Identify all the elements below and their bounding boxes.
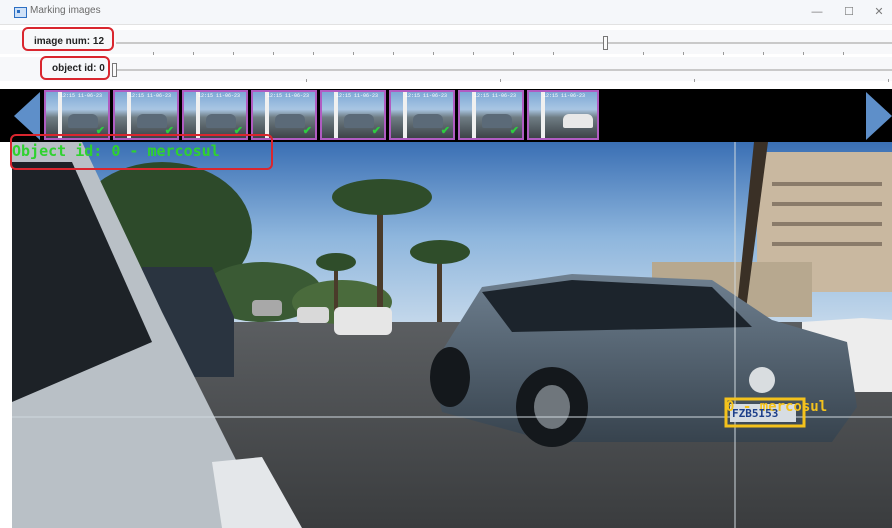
thumbnail-timestamp: 12:15 11-06-23 [267,93,310,99]
tick [694,79,695,82]
tick [553,52,554,55]
thumbnail-car [344,114,374,128]
image-num-track[interactable] [116,42,892,44]
thumbnail[interactable]: 12:15 11-06-23 ✔ [113,90,179,140]
tick [513,52,514,55]
thumbnail-car [482,114,512,128]
thumbnail-image [58,92,62,138]
thumbnail-timestamp: 12:15 11-06-23 [474,93,517,99]
thumbnail[interactable]: 12:15 11-06-23 ✔ [251,90,317,140]
thumbnail[interactable]: 12:15 11-06-23 ✔ [182,90,248,140]
thumbnail[interactable]: 12:15 11-06-23 ✔ [320,90,386,140]
tick [643,52,644,55]
tick [763,52,764,55]
close-button[interactable]: ✕ [868,4,890,20]
thumbnail-timestamp: 12:15 11-06-23 [129,93,172,99]
thumbnail-image [403,92,407,138]
maximize-button[interactable]: ☐ [838,4,860,20]
tick [473,52,474,55]
thumbnail-image [472,92,476,138]
check-icon: ✔ [440,125,450,137]
object-id-trackbar-row: object id: 0 [0,57,892,82]
thumbnail-image [127,92,131,138]
tick [233,52,234,55]
triangle-left-icon[interactable] [14,92,40,140]
tick [500,79,501,82]
tick [433,52,434,55]
check-icon: ✔ [302,125,312,137]
thumbnail-car [68,114,98,128]
tick [843,52,844,55]
thumbnail-timestamp: 12:15 11-06-23 [405,93,448,99]
tick [393,52,394,55]
thumbnail[interactable]: 12:15 11-06-23 ✔ [458,90,524,140]
app-icon [14,7,27,18]
plate-number-text: FZB5I53 [732,407,779,420]
tick [683,52,684,55]
minimize-button[interactable]: — [806,4,828,20]
triangle-right-icon[interactable] [866,92,892,140]
thumbnail-timestamp: 12:15 11-06-23 [60,93,103,99]
tick [353,52,354,55]
thumbnail-car [563,114,593,128]
thumbnail-image [196,92,200,138]
title-bar: Marking images — ☐ ✕ [0,0,892,25]
thumbnail-image [334,92,338,138]
thumbnail-car [413,114,443,128]
check-icon: ✔ [509,125,519,137]
image-num-slider-thumb[interactable] [603,36,608,50]
check-icon: ✔ [371,125,381,137]
thumbnail-car [137,114,167,128]
main-image-canvas[interactable] [12,142,892,528]
thumbnail[interactable]: 12:15 11-06-23 ✔ [389,90,455,140]
object-id-slider-thumb[interactable] [112,63,117,77]
object-label-highlight [10,134,273,170]
thumbnail-timestamp: 12:15 11-06-23 [543,93,586,99]
thumbnail[interactable]: 12:15 11-06-23 ✔ [44,90,110,140]
window-title: Marking images [30,5,101,16]
tick [273,52,274,55]
image-num-trackbar-row: image num: 12 [0,30,892,55]
thumbnail-car [275,114,305,128]
thumbnail-timestamp: 12:15 11-06-23 [336,93,379,99]
thumbnail-current[interactable]: 12:15 11-06-23 [527,90,599,140]
thumbnail-car [206,114,236,128]
tick [193,52,194,55]
object-id-highlight [40,56,110,80]
tick [888,79,889,82]
street-scene-image [12,142,892,528]
tick [153,52,154,55]
tick [313,52,314,55]
tick [803,52,804,55]
thumbnail-image [265,92,269,138]
tick [723,52,724,55]
thumbnail-timestamp: 12:15 11-06-23 [198,93,241,99]
object-id-track[interactable] [116,69,892,71]
image-num-highlight [22,27,114,51]
tick [306,79,307,82]
thumbnail-image [541,92,545,138]
